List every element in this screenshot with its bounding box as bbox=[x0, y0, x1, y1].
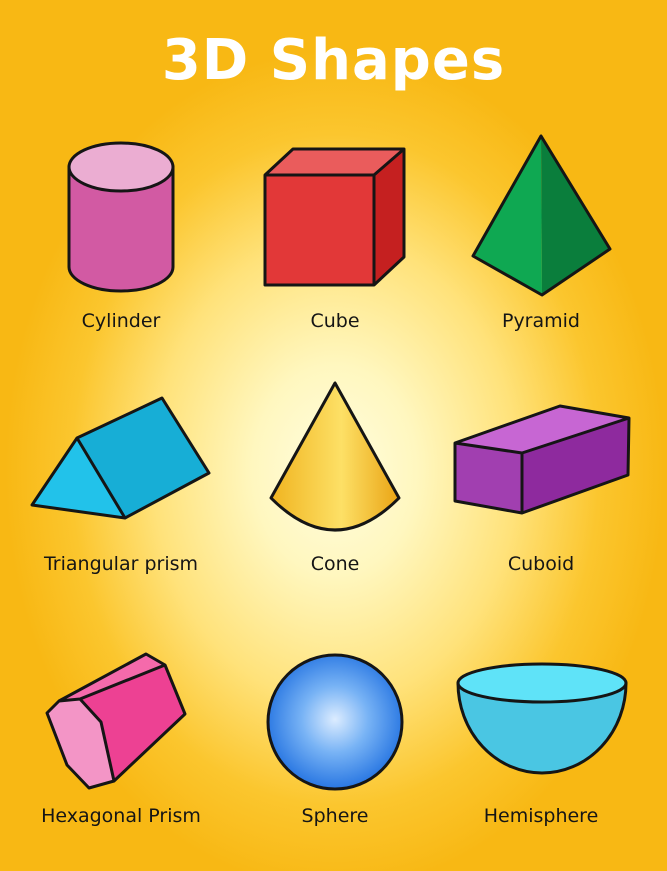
cube-icon bbox=[262, 146, 408, 288]
cone-icon bbox=[269, 380, 403, 538]
hemisphere-icon bbox=[455, 661, 629, 777]
shape-label-cone: Cone bbox=[310, 553, 360, 575]
cylinder-icon bbox=[66, 141, 176, 293]
shape-label-triangular-prism: Triangular prism bbox=[43, 553, 199, 575]
shape-label-hexagonal-prism: Hexagonal Prism bbox=[41, 805, 201, 827]
poster: 3D Shapes Cylinder Cube Pyramid Triangul… bbox=[0, 0, 667, 871]
shape-label-cylinder: Cylinder bbox=[81, 310, 161, 332]
shape-label-pyramid: Pyramid bbox=[501, 310, 580, 332]
page-title: 3D Shapes bbox=[161, 28, 506, 93]
triangular-prism-icon bbox=[30, 395, 212, 521]
shape-label-cube: Cube bbox=[310, 310, 360, 332]
hexagonal-prism-icon bbox=[44, 651, 198, 791]
shape-label-hemisphere: Hemisphere bbox=[483, 805, 599, 827]
cuboid-icon bbox=[452, 403, 632, 517]
pyramid-icon bbox=[470, 133, 614, 299]
sphere-icon bbox=[265, 652, 405, 792]
shape-label-sphere: Sphere bbox=[301, 805, 369, 827]
shape-label-cuboid: Cuboid bbox=[507, 553, 575, 575]
